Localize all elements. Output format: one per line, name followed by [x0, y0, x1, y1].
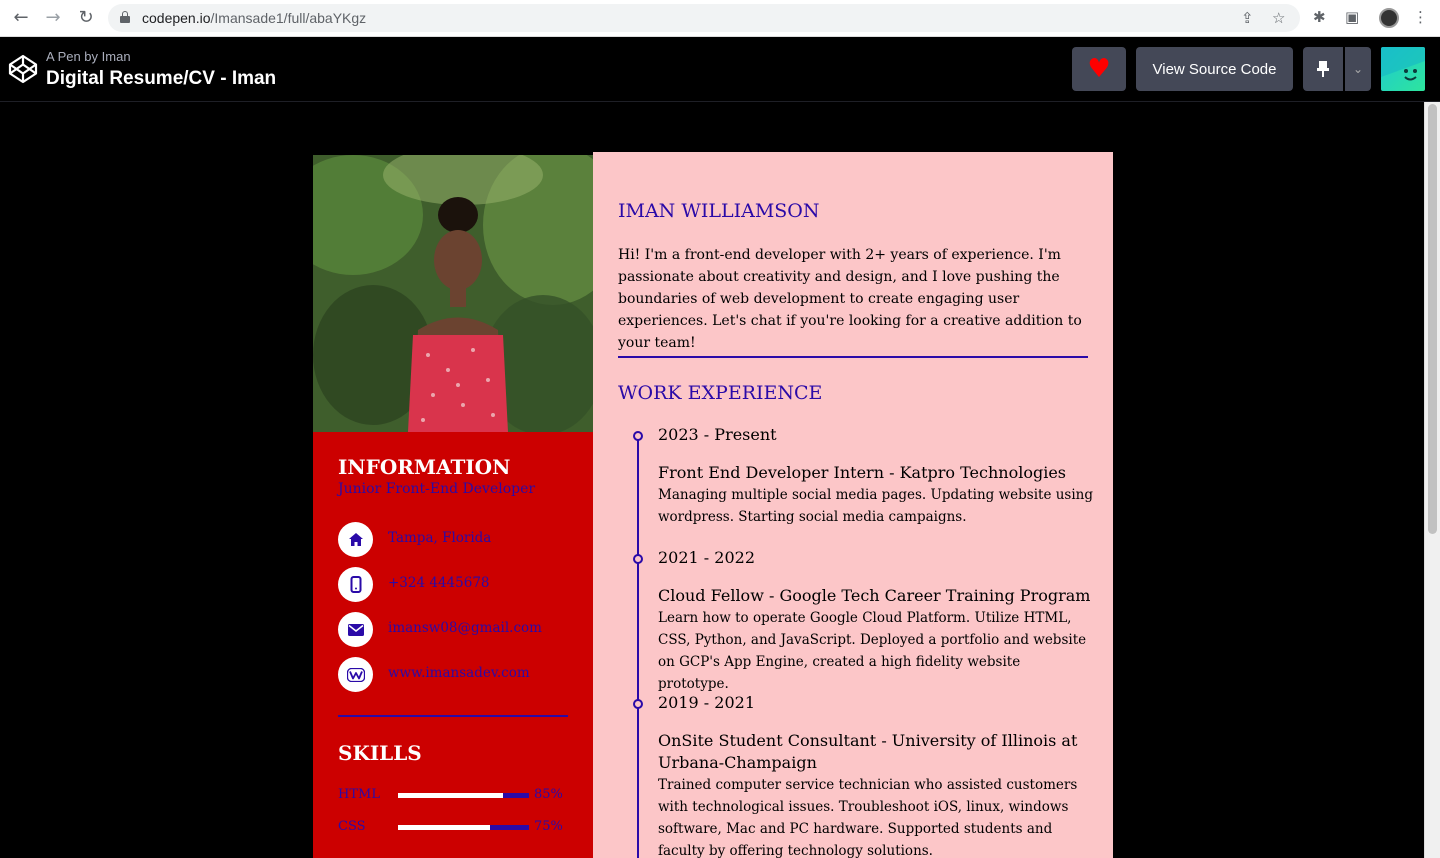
user-avatar[interactable] [1381, 47, 1425, 91]
url-text[interactable]: codepen.io/Imansade1/full/abaYKgz [142, 10, 366, 26]
resume-main: IMAN WILLIAMSON Hi! I'm a front-end deve… [593, 152, 1113, 858]
address-bar[interactable]: codepen.io/Imansade1/full/abaYKgz ⇪ ☆ [108, 4, 1300, 32]
job-role: Cloud Fellow - Google Tech Career Traini… [658, 586, 1091, 605]
job-description: Learn how to operate Google Cloud Platfo… [658, 610, 1087, 692]
menu-icon[interactable]: ⋮ [1413, 8, 1428, 26]
timeline-dot [633, 699, 643, 709]
profile-avatar[interactable] [1379, 8, 1399, 28]
skill-percent: 85% [534, 787, 563, 802]
job-description: Trained computer service technician who … [658, 777, 1078, 858]
codepen-header: A Pen by Iman Digital Resume/CV - Iman ♥… [0, 37, 1440, 102]
skill-html: HTML 85% [338, 787, 568, 805]
portrait-image [313, 155, 593, 432]
pen-byline[interactable]: A Pen by Iman [46, 49, 131, 64]
email-text: imansw08@gmail.com [388, 620, 542, 636]
pin-button[interactable] [1303, 47, 1343, 91]
job-role: OnSite Student Consultant - University o… [658, 731, 1078, 772]
main-divider [618, 356, 1088, 358]
website-text: www.imansadev.com [388, 665, 530, 681]
skill-css: CSS 75% [338, 819, 568, 837]
skill-name: CSS [338, 819, 366, 834]
codepen-logo-icon[interactable] [8, 54, 38, 84]
skill-bar [398, 825, 529, 830]
contact-website: www.imansadev.com [338, 657, 578, 693]
bio-paragraph: Hi! I'm a front-end developer with 2+ ye… [618, 247, 1082, 351]
star-icon[interactable]: ☆ [1272, 9, 1285, 27]
skill-percent: 75% [534, 819, 563, 834]
job-title-subheading: Junior Front-End Developer [338, 481, 536, 497]
envelope-icon [338, 612, 373, 647]
phone-text: +324 4445678 [388, 575, 490, 591]
resume-sidebar: INFORMATION Junior Front-End Developer T… [313, 155, 593, 858]
browser-toolbar: ← → ↻ codepen.io/Imansade1/full/abaYKgz … [0, 0, 1440, 37]
pen-title: Digital Resume/CV - Iman [46, 68, 277, 89]
page-scrollbar[interactable] [1424, 102, 1440, 858]
contact-phone: +324 4445678 [338, 567, 578, 603]
reload-icon[interactable]: ↻ [75, 7, 97, 29]
heart-icon: ♥ [1087, 54, 1111, 84]
candidate-name: IMAN WILLIAMSON [618, 200, 820, 222]
skill-name: HTML [338, 787, 380, 802]
contact-location: Tampa, Florida [338, 522, 578, 558]
skill-bar [398, 793, 529, 798]
contact-email: imansw08@gmail.com [338, 612, 578, 648]
forward-icon[interactable]: → [42, 7, 64, 29]
share-icon[interactable]: ⇪ [1241, 9, 1254, 27]
timeline-dot [633, 554, 643, 564]
job-date: 2023 - Present [658, 425, 777, 444]
extensions-icon[interactable]: ✱ [1313, 8, 1326, 26]
website-icon [338, 657, 373, 692]
url-host: codepen.io [142, 10, 211, 26]
job-description: Managing multiple social media pages. Up… [658, 487, 1094, 525]
scrollbar-thumb[interactable] [1428, 104, 1437, 534]
job-date: 2021 - 2022 [658, 548, 756, 567]
skill-bar-fill [398, 825, 490, 830]
information-heading: INFORMATION [338, 455, 511, 479]
back-icon[interactable]: ← [10, 7, 32, 29]
view-source-button[interactable]: View Source Code [1136, 47, 1293, 91]
lock-icon[interactable] [120, 11, 130, 23]
home-icon [338, 522, 373, 557]
smiley-avatar-icon [1381, 47, 1425, 81]
profile-photo [313, 155, 593, 432]
heart-button[interactable]: ♥ [1072, 47, 1126, 91]
skill-bar-fill [398, 793, 503, 798]
location-text: Tampa, Florida [388, 530, 492, 546]
pin-icon [1317, 61, 1329, 77]
job-date: 2019 - 2021 [658, 693, 756, 712]
work-experience-heading: WORK EXPERIENCE [618, 382, 823, 404]
chevron-down-icon: ⌄ [1352, 62, 1364, 76]
sidebar-divider [338, 715, 568, 717]
pin-dropdown-button[interactable]: ⌄ [1345, 47, 1371, 91]
skills-heading: SKILLS [338, 741, 422, 765]
url-path: /Imansade1/full/abaYKgz [210, 10, 367, 26]
timeline-dot [633, 431, 643, 441]
phone-icon [338, 567, 373, 602]
timeline-line [637, 436, 639, 858]
side-panel-icon[interactable]: ▣ [1345, 8, 1359, 26]
job-role: Front End Developer Intern - Katpro Tech… [658, 463, 1066, 482]
